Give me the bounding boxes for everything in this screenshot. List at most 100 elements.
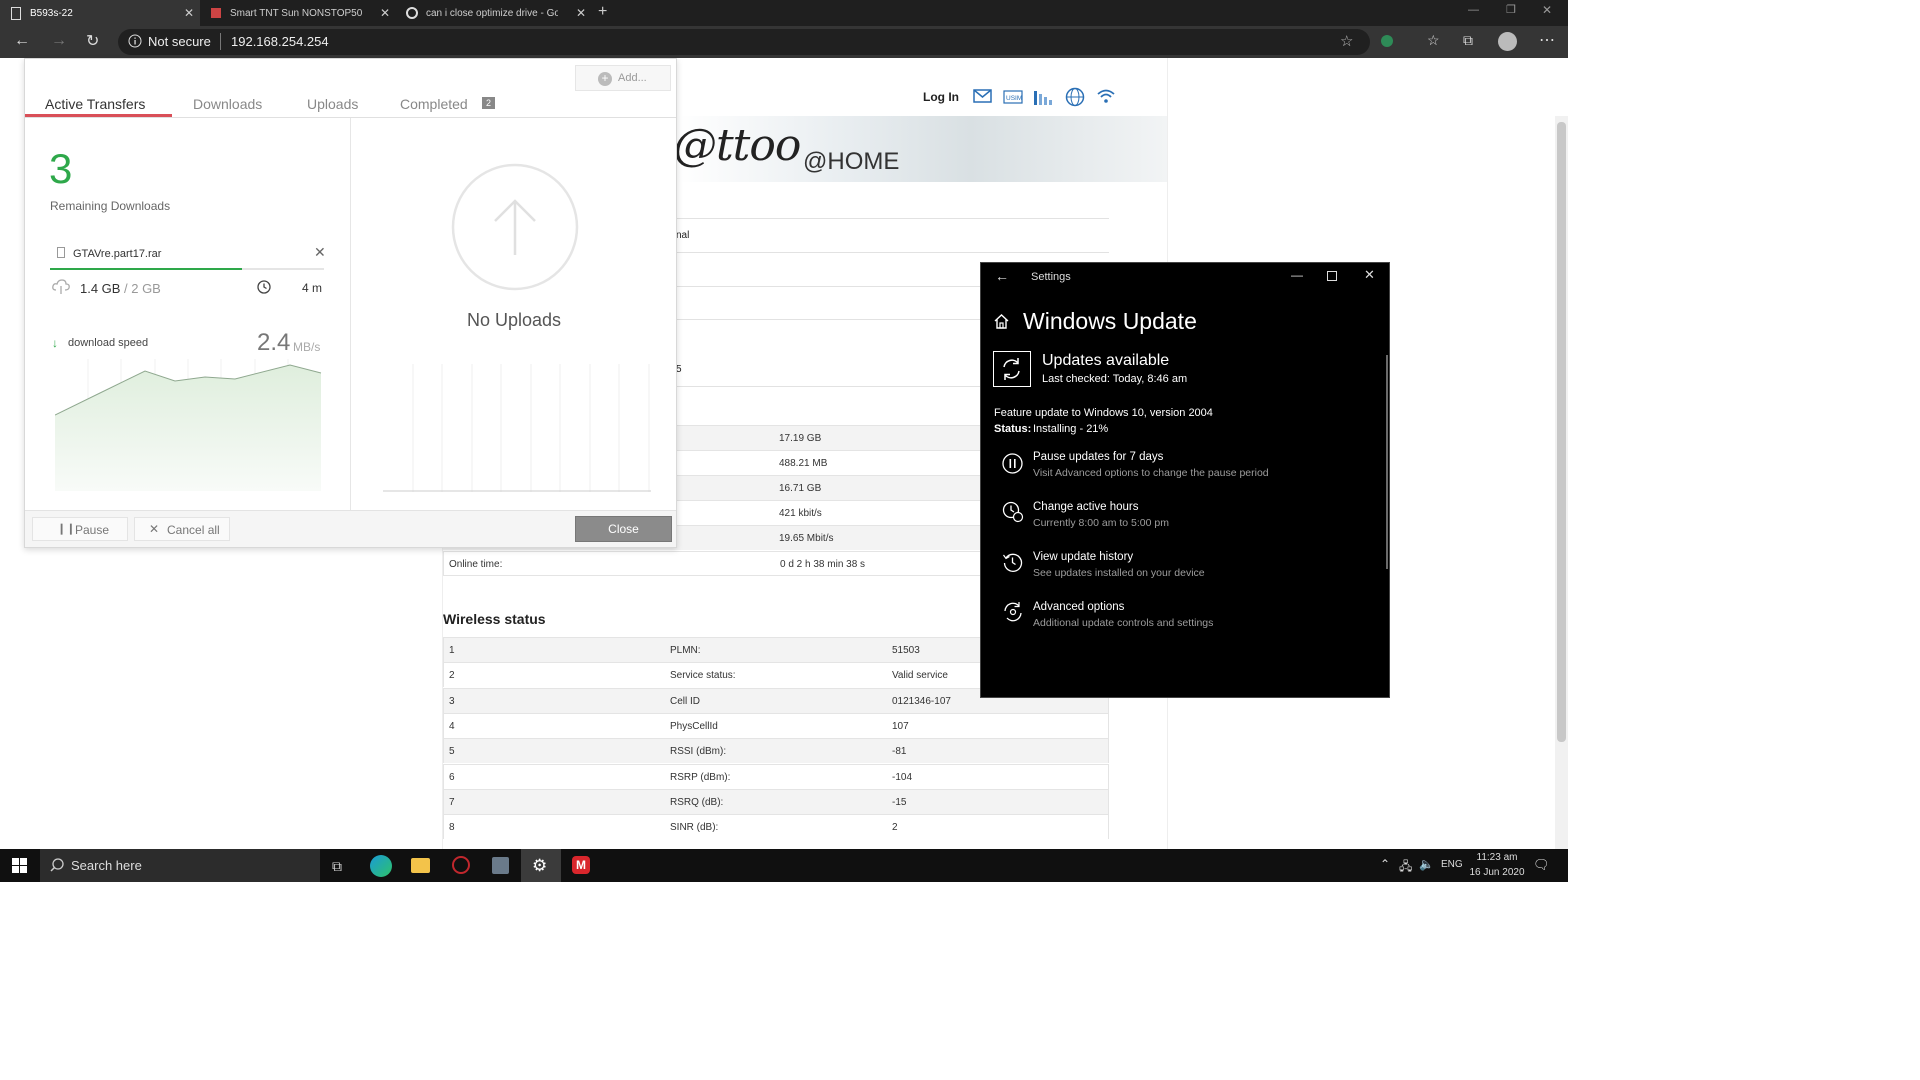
back-arrow-icon[interactable]: ← [995,268,1009,284]
tab-title: Smart TNT Sun NONSTOP50 TES [230,7,362,19]
row-label: RSRQ (dB): [670,796,724,808]
extension-icon[interactable] [1381,35,1393,47]
down-arrow-icon: ↓ [52,336,58,350]
close-window-button[interactable]: ✕ [1542,3,1552,17]
mail-icon[interactable] [973,89,992,104]
brand-subtitle: @HOME [803,148,900,175]
windows-start-icon[interactable] [12,858,27,873]
stat-value: 0 d 2 h 38 min 38 s [780,559,866,570]
tab-downloads[interactable]: Downloads [193,96,262,112]
table-row: 5 RSSI (dBm): -81 [443,738,1109,764]
cancel-file-icon[interactable]: ✕ [314,244,326,261]
file-explorer-icon[interactable] [411,858,430,873]
add-button[interactable]: + Add... [575,65,671,91]
tab-google-search[interactable]: can i close optimize drive - Goo ✕ [396,0,592,26]
separator [220,33,221,50]
address-bar[interactable]: Not secure 192.168.254.254 ☆ [118,29,1370,55]
speed-value: 2.4 [257,329,291,356]
app-icon[interactable] [492,857,509,874]
collections-icon[interactable]: ⧉ [1463,32,1473,49]
option-subtitle: Visit Advanced options to change the pau… [1033,467,1269,479]
settings-scrollbar[interactable] [1386,355,1388,569]
tab-active-transfers[interactable]: Active Transfers [45,96,145,112]
mega-app-icon[interactable]: M [572,856,590,874]
minimize-window-button[interactable]: — [1291,268,1303,282]
row-value: 51503 [892,645,920,656]
notifications-icon[interactable]: 🗨 [1533,857,1550,873]
search-icon [50,858,64,872]
page-scrollbar[interactable] [1555,116,1568,849]
new-tab-button[interactable]: + [598,3,607,21]
site-favicon-icon [210,7,222,19]
reload-icon[interactable]: ↻ [86,31,99,51]
tab-smart-tnt[interactable]: Smart TNT Sun NONSTOP50 TES ✕ [200,0,396,26]
tab-title: can i close optimize drive - Goo [426,7,558,19]
last-checked: Last checked: Today, 8:46 am [1042,373,1188,385]
globe-icon [1065,87,1085,107]
clock-date[interactable]: 16 Jun 2020 [1466,867,1528,878]
maximize-window-button[interactable] [1327,271,1337,281]
home-icon[interactable] [993,313,1010,330]
row-label: SINR (dB): [670,822,719,834]
settings-taskbar-button[interactable]: ⚙ [521,849,561,882]
window-title: Settings [1031,271,1071,283]
back-arrow-icon[interactable]: ← [14,32,30,50]
taskbar-search-box[interactable]: Search here [40,849,320,882]
row-label: PhysCellId [670,720,718,732]
cancel-all-button[interactable]: ✕ Cancel all [134,517,230,541]
clock-time[interactable]: 11:23 am [1471,852,1523,863]
stat-value: 488.21 MB [779,458,828,469]
pause-button[interactable]: ❙❙ Pause [32,517,128,541]
signal-bars-icon [1034,88,1056,105]
chevron-up-icon[interactable]: ⌃ [1380,857,1390,871]
update-history-option[interactable]: View update history See updates installe… [981,545,1371,595]
tab-completed[interactable]: Completed [400,96,468,112]
close-tab-icon[interactable]: ✕ [184,6,194,20]
forward-arrow-icon[interactable]: → [51,32,67,50]
network-icon[interactable]: 🖧 [1399,857,1412,878]
stat-label: Online time: [449,559,503,570]
row-index: 8 [449,822,455,834]
profile-avatar[interactable] [1498,32,1517,51]
close-window-button[interactable]: ✕ [1364,267,1375,283]
cloud-download-icon [52,279,70,295]
table-row: 6 RSRP (dBm): -104 [443,763,1109,789]
star-icon[interactable]: ☆ [1340,32,1353,50]
row-label: Cell ID [670,695,701,707]
close-tab-icon[interactable]: ✕ [380,6,390,20]
browser-tab-strip: B593s-22 ✕ Smart TNT Sun NONSTOP50 TES ✕… [0,0,1568,26]
login-link[interactable]: Log In [923,90,959,104]
taskbar: Search here ⧉ ⚙ M ⌃ 🖧 🔈 ENG 11:23 am 16 … [0,849,1568,882]
no-uploads-label: No Uploads [466,310,562,330]
row-value: -15 [892,796,907,808]
feature-update-text: Feature update to Windows 10, version 20… [994,407,1213,419]
option-title: Advanced options [1033,601,1125,613]
edge-icon[interactable] [370,855,392,877]
stat-value: 17.19 GB [779,433,822,444]
close-tab-icon[interactable]: ✕ [576,6,586,20]
tab-b593s[interactable]: B593s-22 ✕ [0,0,200,26]
advanced-options-option[interactable]: Advanced options Additional update contr… [981,595,1371,645]
row-index: 2 [449,670,455,682]
active-hours-option[interactable]: Change active hours Currently 8:00 am to… [981,495,1371,545]
restore-window-button[interactable]: ❐ [1506,3,1516,16]
close-button[interactable]: Close [575,516,672,542]
row-index: 4 [449,720,455,732]
scrollbar-thumb[interactable] [1557,122,1566,742]
volume-icon[interactable]: 🔈 [1419,857,1434,871]
info-icon [128,34,142,48]
file-progress-track [50,268,324,270]
task-view-icon[interactable]: ⧉ [332,858,342,875]
app-icon[interactable] [452,856,470,874]
favorites-icon[interactable]: ☆ [1427,32,1440,49]
minimize-window-button[interactable]: — [1468,4,1479,16]
tab-uploads[interactable]: Uploads [307,96,358,112]
language-indicator[interactable]: ENG [1441,859,1463,870]
url-text[interactable]: 192.168.254.254 [231,34,329,49]
speed-unit: MB/s [293,340,321,354]
pause-icon [1002,453,1023,474]
pause-updates-option[interactable]: Pause updates for 7 days Visit Advanced … [981,445,1371,495]
option-subtitle: Currently 8:00 am to 5:00 pm [1033,517,1169,529]
more-menu-icon[interactable]: ⋯ [1539,30,1555,50]
security-label: Not secure [148,34,211,49]
